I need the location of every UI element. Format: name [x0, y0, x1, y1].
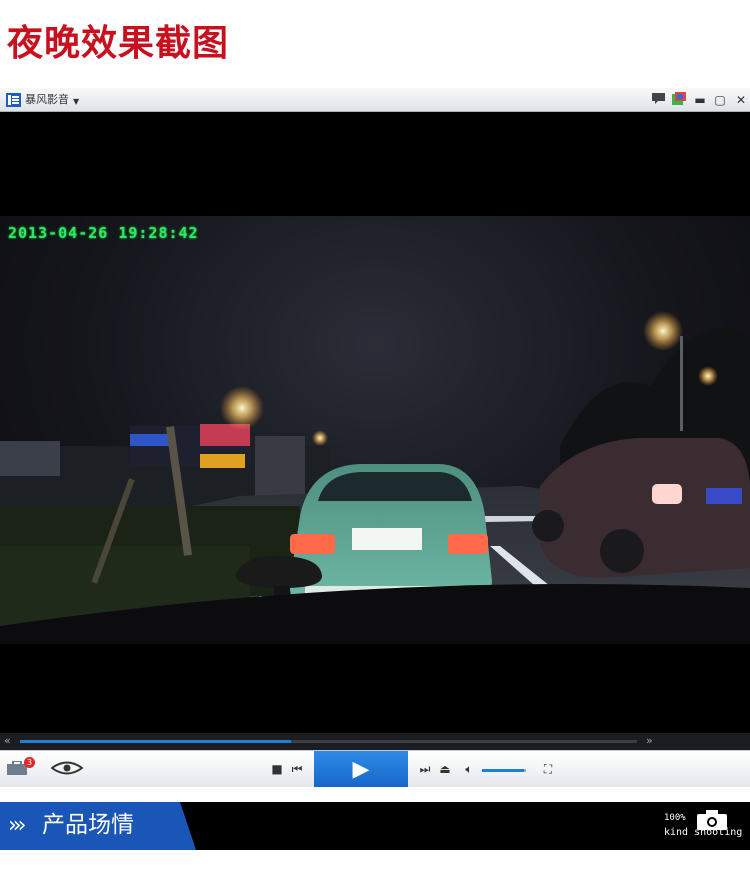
timestamp-overlay: 2013-04-26 19:28:42 — [8, 224, 199, 242]
play-button[interactable]: ▶ — [314, 751, 408, 788]
fast-forward-icon[interactable]: » — [646, 734, 653, 748]
night-road-scene — [0, 311, 750, 644]
player-titlebar: 暴风影音 ▼ ▬ ▢ ✕ — [0, 88, 750, 112]
player-bottom-border — [0, 787, 750, 800]
previous-button[interactable]: ⏮ — [290, 761, 304, 777]
next-button[interactable]: ⏭ — [418, 761, 432, 777]
rewind-icon[interactable]: « — [4, 734, 11, 748]
video-frame: 2013-04-26 19:28:42 — [0, 216, 750, 644]
mode-label: kind shooting — [664, 827, 743, 838]
page-header: 夜晚效果截图 — [0, 0, 750, 88]
seek-bar[interactable]: « » — [0, 733, 750, 750]
seek-progress-fill — [20, 740, 292, 743]
section-ribbon: ››› 产品场情 — [0, 802, 196, 850]
volume-icon[interactable]: 🔈︎ — [461, 761, 477, 777]
chevrons-icon: ››› — [8, 813, 27, 838]
notification-badge: 3 — [24, 757, 35, 768]
volume-slider[interactable] — [482, 769, 526, 772]
skin-icon[interactable] — [671, 92, 687, 108]
section-title: 产品场情 — [42, 812, 134, 838]
video-screen[interactable]: 2013-04-26 19:28:42 — [0, 112, 750, 733]
eye-icon[interactable] — [50, 761, 84, 777]
stop-button[interactable]: ■ — [270, 761, 284, 777]
fullscreen-button[interactable]: ⛶ — [540, 761, 556, 777]
control-bar: 3 ■ ⏮ ▶ ⏭ ⏏ 🔈︎ ⛶ — [0, 750, 750, 788]
maximize-button[interactable]: ▢ — [712, 92, 728, 108]
app-name-menu[interactable]: 暴风影音 — [25, 92, 69, 108]
minimize-button[interactable]: ▬ — [692, 92, 708, 108]
seek-track[interactable] — [20, 740, 637, 743]
volume-fill — [482, 769, 524, 772]
eject-button[interactable]: ⏏ — [438, 761, 452, 777]
app-logo-icon[interactable] — [6, 93, 21, 107]
media-player-window: 暴风影音 ▼ ▬ ▢ ✕ 2013-04-26 19:28:42 « » 3 ■… — [0, 88, 750, 800]
close-button[interactable]: ✕ — [733, 92, 749, 108]
chat-icon[interactable] — [650, 92, 666, 108]
chevron-down-icon[interactable]: ▼ — [73, 97, 79, 106]
zoom-label: 100% — [664, 813, 686, 823]
page-title: 夜晚效果截图 — [7, 23, 230, 64]
section-banner: ››› 产品场情 100% kind shooting — [0, 802, 750, 850]
